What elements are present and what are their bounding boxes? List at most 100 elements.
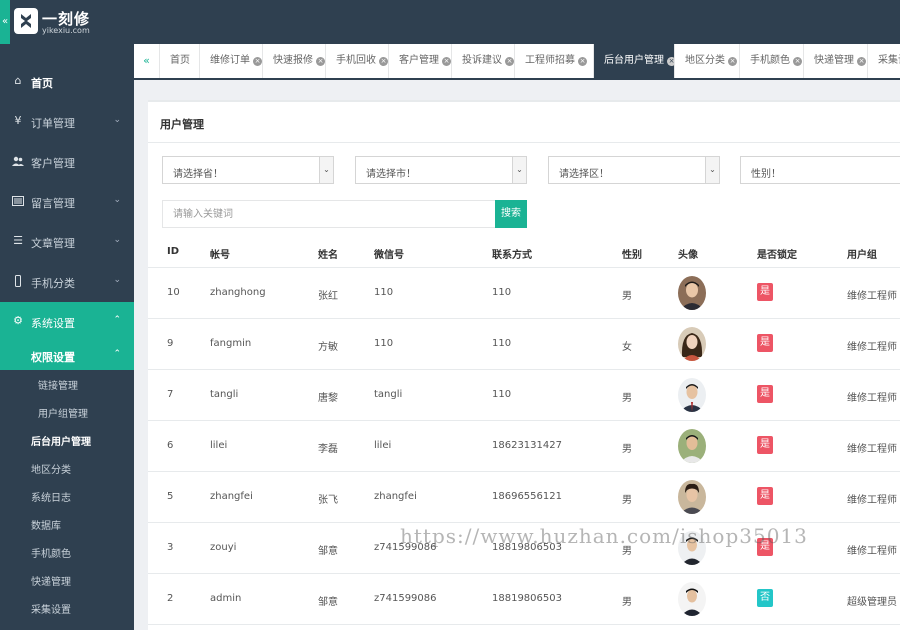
tab-label: 快速报修 xyxy=(273,55,313,66)
lock-status-badge[interactable]: 是 xyxy=(757,487,773,505)
chevron-down-icon: ⌄ xyxy=(113,275,121,285)
tab-phone-colors[interactable]: 手机颜色 × xyxy=(740,44,804,78)
sidebar-item-label: 订单管理 xyxy=(31,117,75,130)
district-select[interactable]: 请选择区！ ⌄ xyxy=(548,156,720,184)
tab-regions[interactable]: 地区分类 × xyxy=(675,44,740,78)
keyword-search-field[interactable] xyxy=(162,200,496,228)
sidebar-item-database[interactable]: 数据库 xyxy=(0,509,134,537)
sidebar-item-orders[interactable]: ¥ 订单管理 ⌄ xyxy=(0,102,134,142)
cell-wechat: 110 xyxy=(374,287,394,298)
lock-status-badge[interactable]: 否 xyxy=(757,589,773,607)
lock-status-badge[interactable]: 是 xyxy=(757,385,773,403)
sidebar-item-articles[interactable]: ☰ 文章管理 ⌄ xyxy=(0,222,134,262)
sidebar-item-label: 留言管理 xyxy=(31,197,75,210)
sidebar-item-collect-settings[interactable]: 采集设置 xyxy=(0,593,134,621)
table-row[interactable]: 7 tangli 唐黎 tangli 110 男 是 维修工程师 xyxy=(148,370,900,421)
cell-name: 邹意 xyxy=(318,597,338,608)
cell-contact: 110 xyxy=(492,287,512,298)
search-button[interactable]: 搜索 xyxy=(495,200,527,228)
table-row[interactable]: 5 zhangfei 张飞 zhangfei 18696556121 男 是 维… xyxy=(148,472,900,523)
lock-status-badge[interactable]: 是 xyxy=(757,283,773,301)
sidebar-item-phone-colors[interactable]: 手机颜色 xyxy=(0,537,134,565)
column-header-locked: 是否锁定 xyxy=(757,250,797,261)
cell-wechat: tangli xyxy=(374,389,403,400)
city-select[interactable]: 请选择市！ ⌄ xyxy=(355,156,527,184)
chevron-up-icon: ⌃ xyxy=(113,315,121,325)
table-row[interactable]: 2 admin 邹意 z741599086 18819806503 男 否 超级… xyxy=(148,574,900,625)
tab-quick-repair[interactable]: 快速报修 × xyxy=(263,44,326,78)
select-value: 性别！ xyxy=(751,169,781,180)
lock-status-badge[interactable]: 是 xyxy=(757,334,773,352)
sidebar-item-regions[interactable]: 地区分类 xyxy=(0,453,134,481)
close-icon[interactable]: × xyxy=(505,57,514,66)
tab-admin-users[interactable]: 后台用户管理 × xyxy=(594,44,675,78)
avatar xyxy=(678,429,706,463)
tab-home[interactable]: 首页 xyxy=(160,44,200,78)
tab-label: 采集设置 xyxy=(878,55,900,66)
tab-express[interactable]: 快递管理 × xyxy=(804,44,868,78)
sidebar-item-customers[interactable]: 客户管理 xyxy=(0,142,134,182)
sidebar-item-label: 文章管理 xyxy=(31,237,75,250)
province-select[interactable]: 请选择省！ ⌄ xyxy=(162,156,334,184)
sidebar-item-permissions[interactable]: 权限设置 ⌃ xyxy=(0,342,134,370)
sidebar-item-label: 系统设置 xyxy=(31,317,75,330)
lock-status-badge[interactable]: 是 xyxy=(757,436,773,454)
tab-label: 地区分类 xyxy=(685,55,725,66)
tab-label: 后台用户管理 xyxy=(604,55,664,66)
cell-gender: 男 xyxy=(622,495,632,506)
tab-repair-orders[interactable]: 维修订单 × xyxy=(200,44,263,78)
select-value: 请选择区！ xyxy=(559,169,609,180)
column-header-id: ID xyxy=(167,246,180,257)
close-icon[interactable]: × xyxy=(316,57,325,66)
close-icon[interactable]: × xyxy=(667,57,674,66)
tab-phone-recycle[interactable]: 手机回收 × xyxy=(326,44,389,78)
cell-id: 5 xyxy=(167,491,174,502)
sidebar-item-usergroup-management[interactable]: 用户组管理 xyxy=(0,397,134,425)
close-icon[interactable]: × xyxy=(442,57,451,66)
cell-account: zhangfei xyxy=(210,491,253,502)
cell-usergroup: 超级管理员 xyxy=(847,597,897,608)
table-row[interactable]: 10 zhanghong 张红 110 110 男 是 维修工程师 xyxy=(148,268,900,319)
tab-label: 维修订单 xyxy=(210,55,250,66)
close-icon[interactable]: × xyxy=(578,57,587,66)
cell-name: 唐黎 xyxy=(318,393,338,404)
close-icon[interactable]: × xyxy=(379,57,388,66)
cell-account: admin xyxy=(210,593,242,604)
cell-usergroup: 维修工程师 xyxy=(847,546,897,557)
column-header-wechat: 微信号 xyxy=(374,250,404,261)
home-icon: ⌂ xyxy=(14,74,22,87)
sidebar-toggle-button[interactable]: « xyxy=(0,0,10,44)
table-row[interactable]: 9 fangmin 方敏 110 110 女 是 维修工程师 xyxy=(148,319,900,370)
cell-id: 10 xyxy=(167,287,180,298)
tab-collect-settings[interactable]: 采集设置 xyxy=(868,44,900,78)
tab-label: 客户管理 xyxy=(399,55,439,66)
tab-label: 手机回收 xyxy=(336,55,376,66)
gender-select[interactable]: 性别！ xyxy=(740,156,900,184)
sidebar-item-system-log[interactable]: 系统日志 xyxy=(0,481,134,509)
cell-name: 方敏 xyxy=(318,342,338,353)
sidebar-item-messages[interactable]: 留言管理 ⌄ xyxy=(0,182,134,222)
close-icon[interactable]: × xyxy=(253,57,262,66)
sidebar-item-system-settings[interactable]: ⚙ 系统设置 ⌃ xyxy=(0,302,134,342)
close-icon[interactable]: × xyxy=(728,57,737,66)
cell-contact: 110 xyxy=(492,389,512,400)
chevron-down-icon: ⌄ xyxy=(113,235,121,245)
sidebar-item-admin-users[interactable]: 后台用户管理 xyxy=(0,425,134,453)
tab-customers[interactable]: 客户管理 × xyxy=(389,44,452,78)
tab-complaints[interactable]: 投诉建议 × xyxy=(452,44,515,78)
sidebar-item-home[interactable]: ⌂ 首页 xyxy=(0,62,134,102)
tab-engineer-recruit[interactable]: 工程师招募 × xyxy=(515,44,594,78)
cell-name: 李磊 xyxy=(318,444,338,455)
chevron-down-icon: ⌄ xyxy=(113,195,121,205)
select-value: 请选择市！ xyxy=(366,169,416,180)
tab-scroll-left-button[interactable]: « xyxy=(134,44,160,78)
sidebar-item-express[interactable]: 快递管理 xyxy=(0,565,134,593)
sidebar-item-phone-category[interactable]: 手机分类 ⌄ xyxy=(0,262,134,302)
close-icon[interactable]: × xyxy=(793,57,802,66)
search-input[interactable] xyxy=(163,201,495,227)
close-icon[interactable]: × xyxy=(857,57,866,66)
table-row[interactable]: 6 lilei 李磊 lilei 18623131427 男 是 维修工程师 xyxy=(148,421,900,472)
cell-name: 张飞 xyxy=(318,495,338,506)
logo-subtext: yikexiu.com xyxy=(42,26,90,35)
sidebar-item-link-management[interactable]: 链接管理 xyxy=(0,369,134,397)
